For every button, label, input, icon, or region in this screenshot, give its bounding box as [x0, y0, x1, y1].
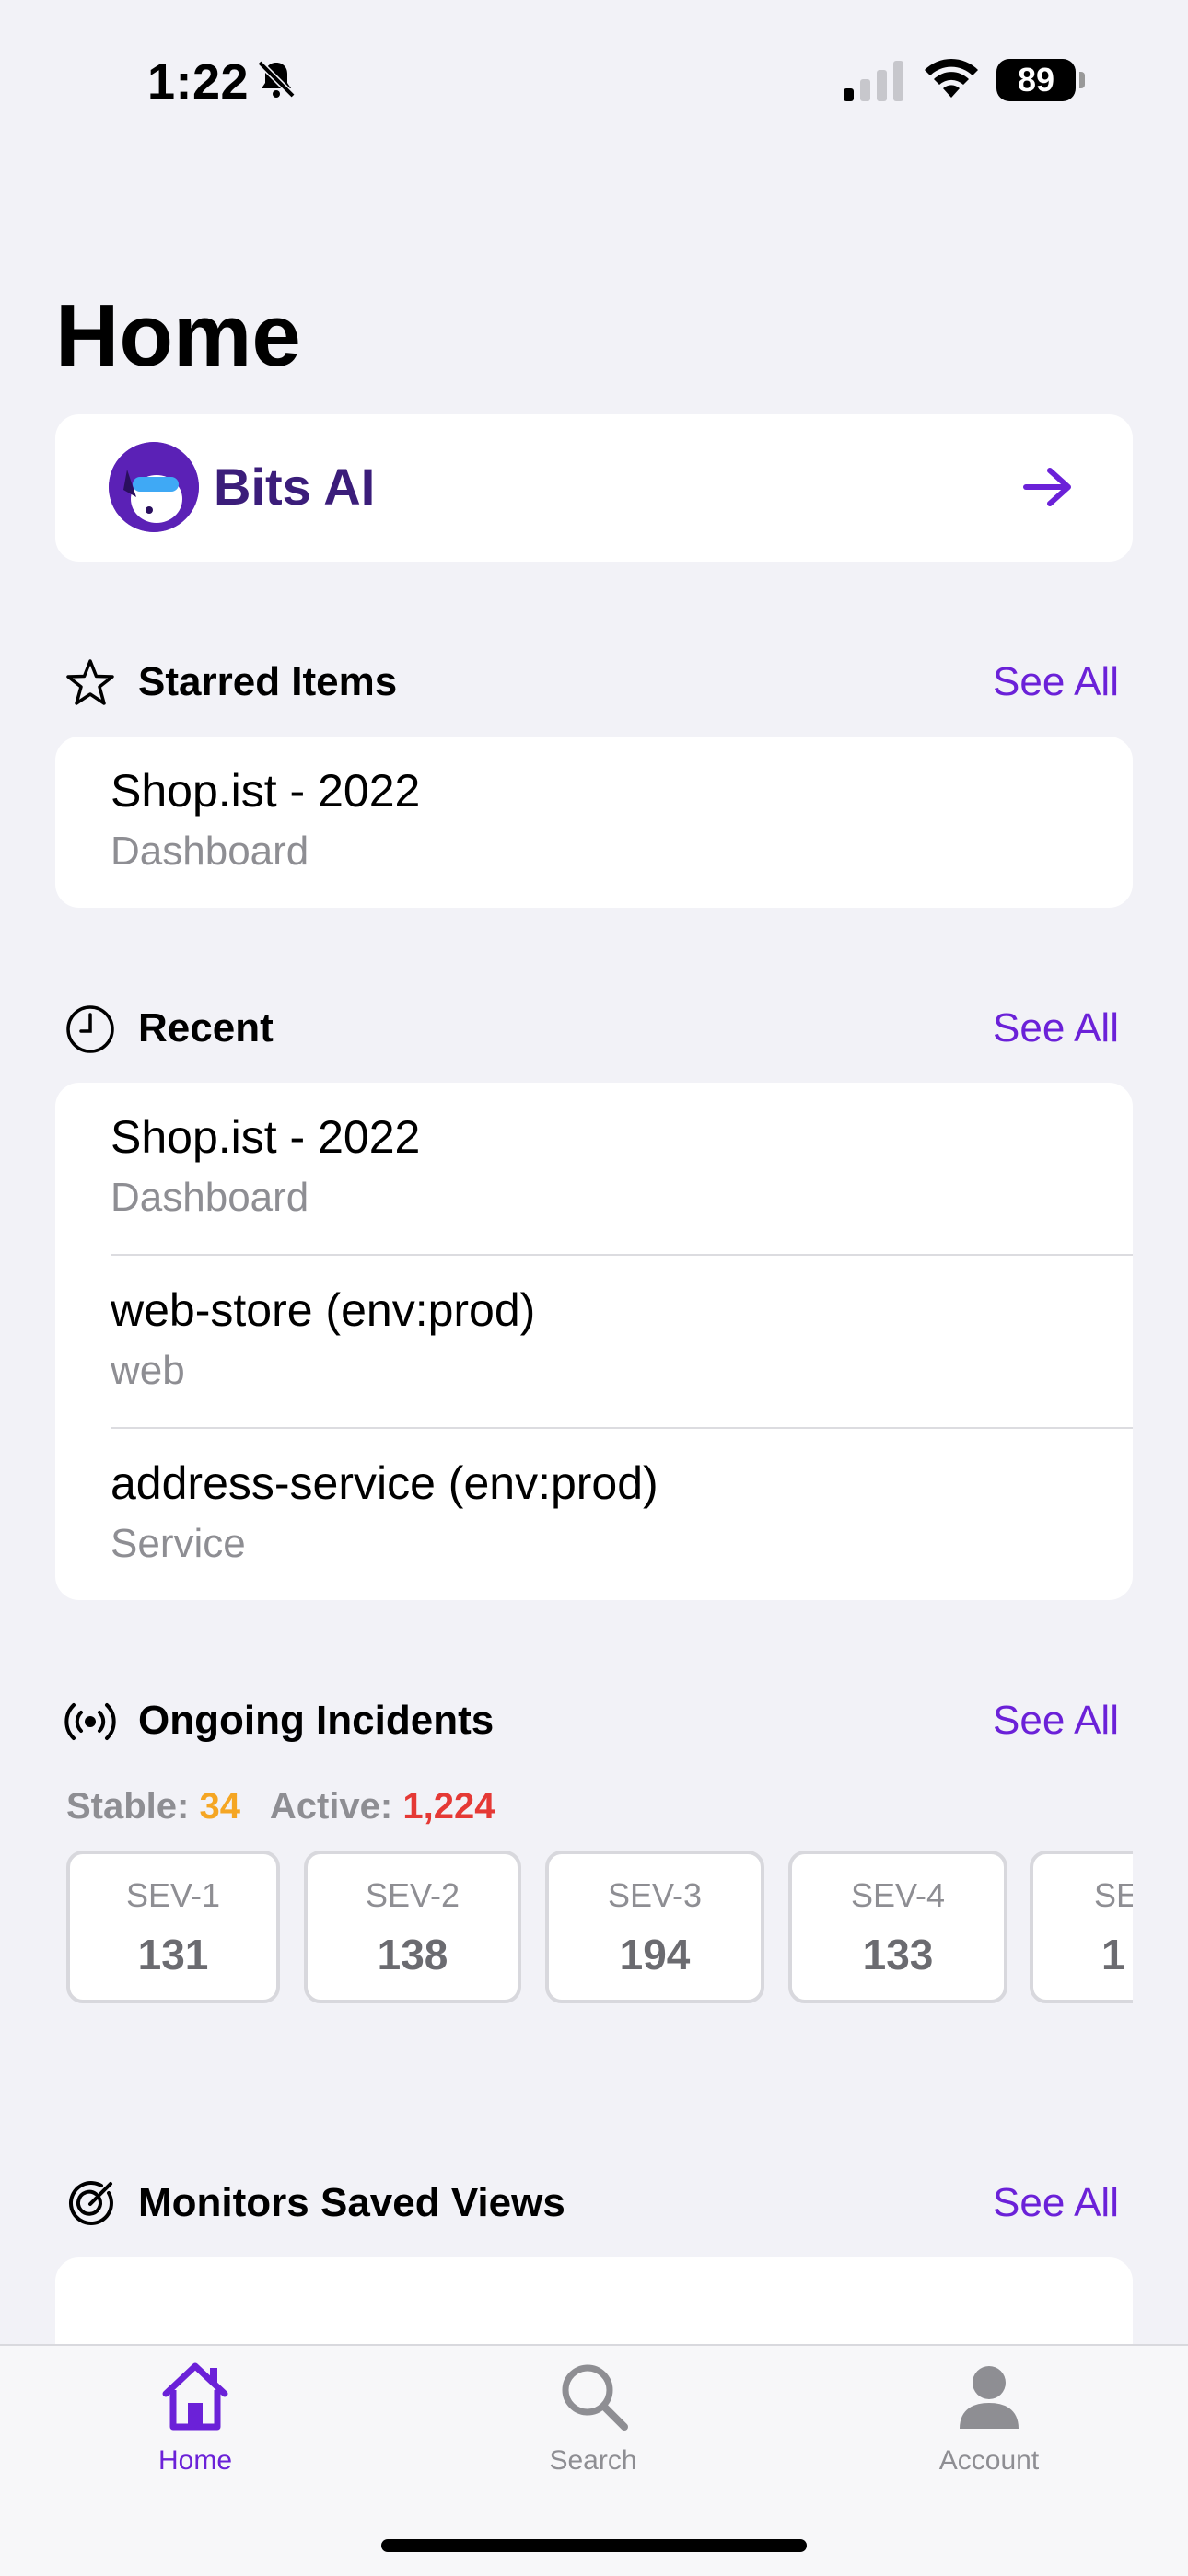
cellular-signal-icon — [844, 61, 903, 101]
active-label: Active: — [269, 1786, 393, 1827]
recent-item-title: web-store (env:prod) — [111, 1284, 536, 1336]
sev-count: 131 — [137, 1931, 209, 1978]
recent-item-subtitle: web — [111, 1348, 185, 1393]
tab-account-label: Account — [938, 2445, 1040, 2476]
wifi-icon — [925, 58, 978, 98]
sev-card[interactable]: SEV-1 131 — [66, 1851, 280, 2003]
battery-level: 89 — [996, 59, 1076, 101]
monitor-target-icon — [68, 2181, 113, 2226]
starred-item[interactable]: Shop.ist - 2022 Dashboard — [111, 764, 420, 875]
clock-icon — [66, 1005, 114, 1053]
sev-card[interactable]: SEV-4 133 — [788, 1851, 1007, 2003]
recent-item[interactable]: Shop.ist - 2022 Dashboard — [111, 1110, 420, 1221]
sev-label: SEV-4 — [850, 1876, 946, 1914]
sev-label: SEV-2 — [365, 1876, 460, 1914]
tab-account[interactable]: Account — [897, 2357, 1081, 2477]
monitors-section-title: Monitors Saved Views — [138, 2180, 565, 2225]
divider — [111, 1254, 1133, 1256]
bits-ai-logo — [109, 442, 199, 532]
magnifier-icon — [562, 2364, 628, 2431]
home-indicator — [381, 2539, 807, 2552]
starred-item-subtitle: Dashboard — [111, 829, 309, 874]
sev-label: SE — [1094, 1876, 1133, 1914]
active-count: 1,224 — [402, 1786, 495, 1827]
recent-item-subtitle: Service — [111, 1521, 246, 1566]
monitors-see-all-link[interactable]: See All — [993, 2180, 1119, 2226]
sev-label: SEV-1 — [125, 1876, 221, 1914]
status-time: 1:22 — [147, 54, 250, 110]
sev-count: 133 — [862, 1931, 934, 1978]
sev-card-clipped[interactable]: SE 1 — [1030, 1851, 1133, 2003]
starred-section-title: Starred Items — [138, 659, 398, 704]
recent-section-title: Recent — [138, 1005, 274, 1050]
recent-item-title: Shop.ist - 2022 — [111, 1111, 421, 1163]
incidents-section-title: Ongoing Incidents — [138, 1698, 495, 1743]
house-icon — [162, 2362, 228, 2431]
star-icon — [66, 659, 114, 705]
tab-home[interactable]: Home — [103, 2357, 287, 2477]
divider — [111, 1427, 1133, 1429]
recent-see-all-link[interactable]: See All — [993, 1005, 1119, 1051]
tab-home-label: Home — [157, 2445, 233, 2476]
starred-item-title: Shop.ist - 2022 — [111, 765, 421, 817]
incidents-see-all-link[interactable]: See All — [993, 1698, 1119, 1744]
bits-ai-label: Bits AI — [214, 458, 376, 516]
page-title: Home — [55, 286, 301, 385]
tab-search[interactable]: Search — [501, 2357, 685, 2477]
arrow-right-icon[interactable] — [1022, 464, 1074, 510]
stable-label: Stable: — [66, 1786, 190, 1827]
sev-count: 1 — [1101, 1931, 1125, 1978]
person-icon — [960, 2366, 1019, 2429]
incident-broadcast-icon — [64, 1703, 116, 1740]
recent-item[interactable]: web-store (env:prod) web — [111, 1283, 535, 1394]
recent-item-subtitle: Dashboard — [111, 1175, 309, 1220]
sev-card[interactable]: SEV-2 138 — [304, 1851, 521, 2003]
sev-count: 194 — [619, 1931, 691, 1978]
sev-label: SEV-3 — [607, 1876, 703, 1914]
sev-card[interactable]: SEV-3 194 — [545, 1851, 764, 2003]
recent-item[interactable]: address-service (env:prod) Service — [111, 1456, 658, 1567]
stable-count: 34 — [199, 1786, 240, 1827]
bell-muted-icon — [257, 60, 296, 99]
sev-count: 138 — [377, 1931, 448, 1978]
battery-icon: 89 — [996, 59, 1085, 101]
recent-item-title: address-service (env:prod) — [111, 1457, 658, 1509]
starred-see-all-link[interactable]: See All — [993, 659, 1119, 705]
tab-search-label: Search — [549, 2445, 637, 2476]
incident-stats: Stable: 34 Active: 1,224 — [66, 1786, 495, 1828]
